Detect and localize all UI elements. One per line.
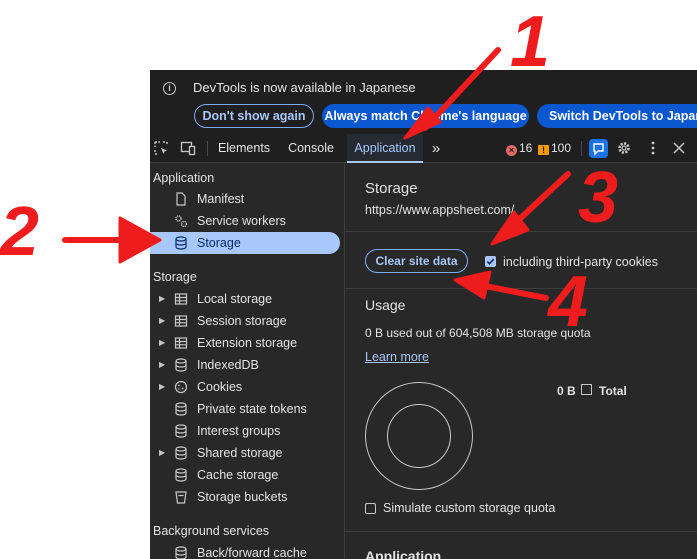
table-icon bbox=[174, 337, 188, 349]
database-icon bbox=[175, 446, 187, 460]
simulate-quota-label: Simulate custom storage quota bbox=[383, 501, 556, 515]
warning-count-badge[interactable]: ! 100 bbox=[538, 141, 571, 156]
section-divider bbox=[345, 531, 697, 532]
expand-arrow-icon[interactable]: ▶ bbox=[159, 288, 165, 310]
sidebar-item-manifest[interactable]: Manifest bbox=[150, 188, 340, 210]
sidebar-item-indexeddb[interactable]: ▶ IndexedDB bbox=[150, 354, 340, 376]
expand-arrow-icon[interactable]: ▶ bbox=[159, 442, 165, 464]
usage-heading: Usage bbox=[365, 297, 406, 313]
sidebar-item-interest-groups[interactable]: Interest groups bbox=[150, 420, 340, 442]
more-tabs-icon[interactable]: » bbox=[427, 134, 445, 163]
sidebar-item-storage-buckets[interactable]: Storage buckets bbox=[150, 486, 340, 508]
device-toolbar-icon[interactable] bbox=[180, 140, 196, 156]
devtools-toolbar: Elements Console Application » × 16 ! 100 bbox=[150, 134, 697, 163]
application-section-heading: Application bbox=[365, 549, 442, 559]
language-infobar: i DevTools is now available in Japanese … bbox=[150, 70, 697, 134]
annotation-label-2: 2 bbox=[0, 192, 39, 270]
bucket-icon bbox=[175, 491, 187, 504]
table-icon bbox=[174, 293, 188, 305]
legend-total-value: 0 B bbox=[557, 384, 576, 398]
sidebar-header-storage: Storage bbox=[153, 270, 197, 284]
devtools-window: i DevTools is now available in Japanese … bbox=[150, 70, 697, 559]
cookie-icon bbox=[174, 380, 188, 394]
always-match-language-button[interactable]: Always match Chrome's language bbox=[322, 104, 529, 128]
switch-to-japanese-button[interactable]: Switch DevTools to Japanese bbox=[537, 104, 697, 128]
more-options-icon[interactable] bbox=[645, 140, 661, 156]
storage-panel: Storage https://www.appsheet.com/ Clear … bbox=[345, 163, 697, 559]
expand-arrow-icon[interactable]: ▶ bbox=[159, 354, 165, 376]
database-icon bbox=[175, 236, 187, 250]
gears-icon bbox=[175, 215, 188, 228]
panel-title: Storage bbox=[365, 180, 418, 197]
legend-swatch bbox=[581, 384, 592, 395]
third-party-cookies-label: including third-party cookies bbox=[503, 255, 658, 269]
tab-application[interactable]: Application bbox=[347, 134, 423, 163]
table-icon bbox=[174, 315, 188, 327]
sidebar-item-cache-storage[interactable]: Cache storage bbox=[150, 464, 340, 486]
simulate-quota-checkbox[interactable] bbox=[365, 503, 376, 514]
usage-pie-inner bbox=[387, 404, 451, 468]
origin-url: https://www.appsheet.com/ bbox=[365, 203, 515, 217]
application-sidebar: Application Manifest Service workers Sto… bbox=[150, 163, 345, 559]
settings-gear-icon[interactable] bbox=[616, 140, 632, 156]
close-icon[interactable] bbox=[671, 140, 687, 156]
sidebar-item-service-workers[interactable]: Service workers bbox=[150, 210, 340, 232]
database-icon bbox=[175, 402, 187, 416]
usage-pie-chart bbox=[365, 382, 473, 490]
checkmark-icon bbox=[486, 258, 495, 265]
sidebar-item-private-state-tokens[interactable]: Private state tokens bbox=[150, 398, 340, 420]
info-icon: i bbox=[163, 82, 176, 95]
sidebar-header-background-services: Background services bbox=[153, 524, 270, 538]
sidebar-item-extension-storage[interactable]: ▶ Extension storage bbox=[150, 332, 340, 354]
error-count-badge[interactable]: × 16 bbox=[506, 141, 532, 156]
sidebar-item-cookies[interactable]: ▶ Cookies bbox=[150, 376, 340, 398]
inspect-element-icon[interactable] bbox=[153, 140, 169, 156]
file-icon bbox=[176, 192, 186, 206]
database-icon bbox=[175, 424, 187, 438]
sidebar-item-storage[interactable]: Storage bbox=[150, 232, 340, 254]
tab-console[interactable]: Console bbox=[281, 134, 341, 163]
sidebar-item-local-storage[interactable]: ▶ Local storage bbox=[150, 288, 340, 310]
sidebar-header-application: Application bbox=[153, 171, 215, 185]
database-icon bbox=[175, 358, 187, 372]
issues-icon[interactable] bbox=[589, 139, 608, 158]
database-icon bbox=[175, 546, 187, 559]
learn-more-link[interactable]: Learn more bbox=[365, 350, 429, 364]
database-icon bbox=[175, 468, 187, 482]
clear-site-data-button[interactable]: Clear site data bbox=[365, 249, 468, 273]
usage-quota-text: 0 B used out of 604,508 MB storage quota bbox=[365, 326, 591, 340]
sidebar-item-shared-storage[interactable]: ▶ Shared storage bbox=[150, 442, 340, 464]
third-party-cookies-checkbox[interactable] bbox=[485, 256, 496, 267]
expand-arrow-icon[interactable]: ▶ bbox=[159, 310, 165, 332]
expand-arrow-icon[interactable]: ▶ bbox=[159, 376, 165, 398]
legend-total-label: Total bbox=[599, 384, 627, 398]
tab-elements[interactable]: Elements bbox=[213, 134, 275, 163]
sidebar-item-back-forward-cache[interactable]: Back/forward cache bbox=[150, 542, 340, 559]
expand-arrow-icon[interactable]: ▶ bbox=[159, 332, 165, 354]
dont-show-again-button[interactable]: Don't show again bbox=[194, 104, 314, 128]
sidebar-item-session-storage[interactable]: ▶ Session storage bbox=[150, 310, 340, 332]
infobar-message: DevTools is now available in Japanese bbox=[193, 80, 416, 95]
